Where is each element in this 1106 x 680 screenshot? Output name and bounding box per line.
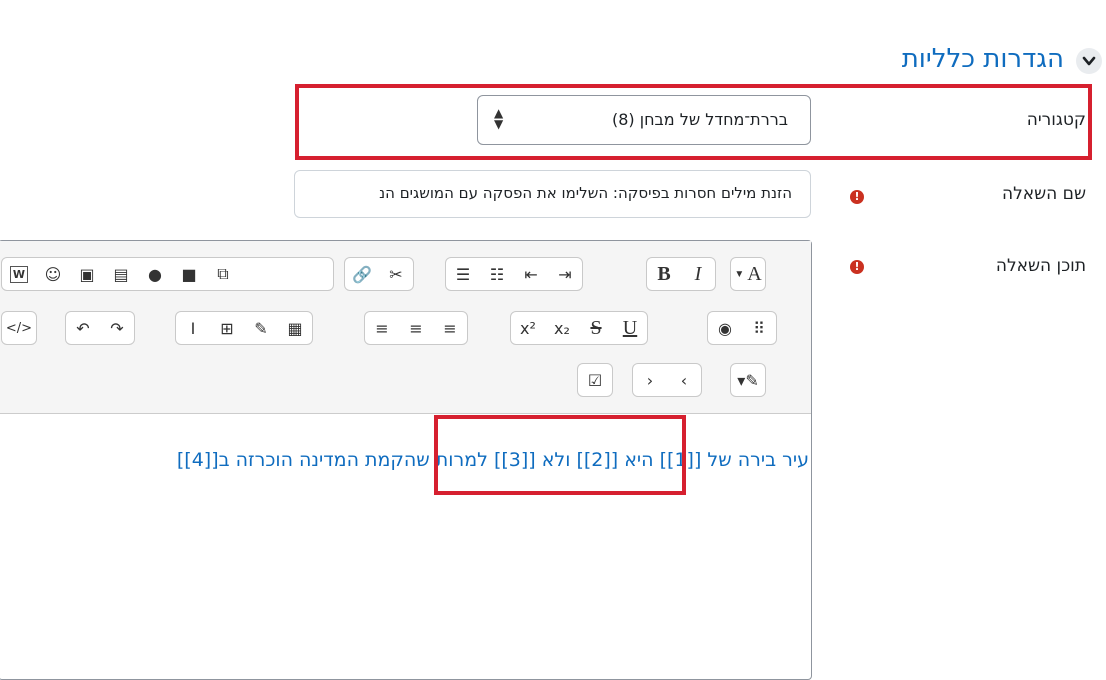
outdent-button[interactable]: ⇤ xyxy=(514,258,548,290)
strikethrough-button[interactable]: S xyxy=(579,312,613,344)
html-source-button[interactable]: </> xyxy=(2,312,36,344)
toolbar-group-history: ↶ ↷ xyxy=(65,311,135,345)
undo-icon: ↶ xyxy=(76,318,90,338)
code-icon: </> xyxy=(5,320,33,336)
clear-formatting-button[interactable]: ▾✎ xyxy=(731,364,765,396)
rtl-button[interactable]: ‹ xyxy=(667,364,701,396)
underline-button[interactable]: U xyxy=(613,312,647,344)
unordered-list-button[interactable]: ☰ xyxy=(446,258,480,290)
toolbar-group-text-style: x² x₂ S U xyxy=(510,311,648,345)
toolbar-group-insert: Ι ⊞ ✎ ▦ xyxy=(175,311,313,345)
align-left-button[interactable]: ≡ xyxy=(433,312,467,344)
toolbar-group-align: ≡ ≡ ≡ xyxy=(364,311,468,345)
redo-button[interactable]: ↷ xyxy=(100,312,134,344)
section-title[interactable]: הגדרות כלליות xyxy=(902,44,1064,74)
highlight-box-blanks xyxy=(434,415,686,495)
text-cursor-icon: Ι xyxy=(190,318,196,338)
link-icon: 🔗 xyxy=(352,264,372,284)
calculator-button[interactable]: ▦ xyxy=(278,312,312,344)
word-import-button[interactable]: W xyxy=(2,258,36,290)
toolbar-group-direction: › ‹ xyxy=(632,363,702,397)
table-icon: ⊞ xyxy=(220,318,234,338)
word-icon: W xyxy=(9,265,29,283)
rich-text-editor[interactable]: ▼ A B I ☰ ☷ ⇤ ⇥ 🔗 ✂ W ☺ ▣ ▤ ● ■ ⧉ ◉ ⠿ x²… xyxy=(0,240,812,680)
unlink-button[interactable]: ✂ xyxy=(379,258,413,290)
undo-button[interactable]: ↶ xyxy=(66,312,100,344)
align-center-button[interactable]: ≡ xyxy=(399,312,433,344)
braille-icon: ⠿ xyxy=(753,318,765,338)
subscript-button[interactable]: x₂ xyxy=(545,312,579,344)
manage-files-button[interactable]: ⧉ xyxy=(206,258,240,290)
ordered-list-button[interactable]: ☷ xyxy=(480,258,514,290)
toolbar-group-media: W ☺ ▣ ▤ ● ■ ⧉ xyxy=(1,257,334,291)
question-name-input[interactable]: הזנת מילים חסרות בפיסקה: השלימו את הפסקה… xyxy=(294,170,811,218)
chevron-left-icon: ‹ xyxy=(680,370,688,390)
emoji-button[interactable]: ☺ xyxy=(36,258,70,290)
align-left-icon: ≡ xyxy=(443,318,457,338)
section-collapse-toggle[interactable] xyxy=(1076,48,1102,74)
screenreader-helper-button[interactable]: ⠿ xyxy=(742,312,776,344)
chevron-right-icon: › xyxy=(646,370,654,390)
file-icon: ▤ xyxy=(113,264,129,284)
unlink-icon: ✂ xyxy=(389,264,403,284)
cursor-button[interactable]: Ι xyxy=(176,312,210,344)
paintbrush-icon: ▾✎ xyxy=(737,370,759,390)
align-center-icon: ≡ xyxy=(409,318,423,338)
ordered-list-icon: ☷ xyxy=(489,264,505,284)
bold-button[interactable]: B xyxy=(647,258,681,290)
outdent-icon: ⇤ xyxy=(524,264,538,284)
files-icon: ⧉ xyxy=(217,264,229,283)
highlight-box-category xyxy=(295,84,1092,160)
image-icon: ▣ xyxy=(79,264,95,284)
question-name-label: שם השאלה xyxy=(1001,184,1086,204)
accessibility-checker-button[interactable]: ◉ xyxy=(708,312,742,344)
editor-toolbar: ▼ A B I ☰ ☷ ⇤ ⇥ 🔗 ✂ W ☺ ▣ ▤ ● ■ ⧉ ◉ ⠿ x²… xyxy=(0,241,811,414)
emoji-icon: ☺ xyxy=(44,264,62,284)
unordered-list-icon: ☰ xyxy=(455,264,471,284)
table-button[interactable]: ⊞ xyxy=(210,312,244,344)
indent-button[interactable]: ⇥ xyxy=(548,258,582,290)
checklist-button[interactable]: ☑ xyxy=(578,364,612,396)
record-audio-button[interactable]: ● xyxy=(138,258,172,290)
checklist-icon: ☑ xyxy=(587,370,603,390)
toolbar-group-clear: ▾✎ xyxy=(730,363,766,397)
video-camera-icon: ■ xyxy=(181,264,197,284)
required-icon: ! xyxy=(850,190,864,204)
toolbar-group-checklist: ☑ xyxy=(577,363,613,397)
toolbar-group-format: B I xyxy=(646,257,716,291)
required-icon: ! xyxy=(850,260,864,274)
paragraph-style-button[interactable]: ▼ A xyxy=(731,258,765,290)
calculator-icon: ▦ xyxy=(287,318,303,338)
toolbar-group-links: 🔗 ✂ xyxy=(344,257,414,291)
toolbar-group-code: </> xyxy=(1,311,37,345)
question-text-label: תוכן השאלה xyxy=(995,256,1086,276)
redo-icon: ↷ xyxy=(110,318,124,338)
image-button[interactable]: ▣ xyxy=(70,258,104,290)
equation-button[interactable]: ✎ xyxy=(244,312,278,344)
toolbar-group-lists: ☰ ☷ ⇤ ⇥ xyxy=(445,257,583,291)
superscript-button[interactable]: x² xyxy=(511,312,545,344)
media-button[interactable]: ▤ xyxy=(104,258,138,290)
italic-button[interactable]: I xyxy=(681,258,715,290)
toolbar-group-accessibility: ◉ ⠿ xyxy=(707,311,777,345)
ltr-button[interactable]: › xyxy=(633,364,667,396)
link-button[interactable]: 🔗 xyxy=(345,258,379,290)
edit-icon: ✎ xyxy=(254,318,268,338)
microphone-icon: ● xyxy=(148,264,162,284)
align-right-icon: ≡ xyxy=(375,318,389,338)
record-video-button[interactable]: ■ xyxy=(172,258,206,290)
toolbar-group-style: ▼ A xyxy=(730,257,766,291)
accessibility-icon: ◉ xyxy=(718,318,732,338)
indent-icon: ⇥ xyxy=(558,264,572,284)
dropdown-arrow-icon: ▼ xyxy=(734,268,745,280)
chevron-down-icon xyxy=(1082,56,1096,66)
question-name-value: הזנת מילים חסרות בפיסקה: השלימו את הפסקה… xyxy=(379,184,792,202)
align-right-button[interactable]: ≡ xyxy=(365,312,399,344)
